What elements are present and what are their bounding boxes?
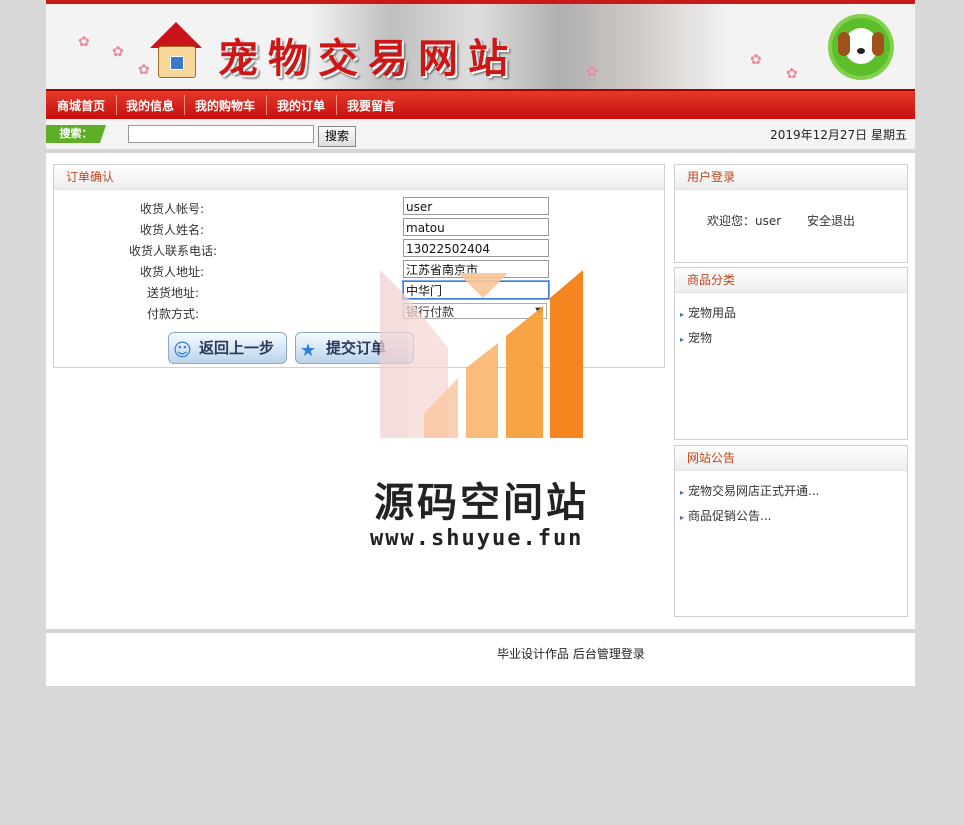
search-bar: 搜索： 搜索 2019年12月27日 星期五 <box>46 119 915 153</box>
category-item[interactable]: ▸ 宠物用品 <box>680 304 736 321</box>
nav-item-home[interactable]: 商城首页 <box>57 97 105 114</box>
nav-item-orders[interactable]: 我的订单 <box>277 97 325 114</box>
category-item[interactable]: ▸ 宠物 <box>680 329 712 346</box>
watermark-url: www.shuyue.fun <box>370 526 584 551</box>
order-panel-title: 订单确认 <box>54 165 664 190</box>
notice-panel-title: 网站公告 <box>675 446 907 471</box>
search-tag: 搜索： <box>46 125 106 143</box>
category-panel-title: 商品分类 <box>675 268 907 293</box>
bullet-icon: ▸ <box>680 310 685 319</box>
main-nav: 商城首页 我的信息 我的购物车 我的订单 我要留言 <box>46 89 915 119</box>
field-label: 收货人联系电话: <box>128 244 217 258</box>
nav-item-cart[interactable]: 我的购物车 <box>195 97 255 114</box>
dog-logo-icon <box>832 18 890 76</box>
category-panel: 商品分类 ▸ 宠物用品 ▸ 宠物 <box>674 267 908 440</box>
house-logo-icon <box>150 18 202 78</box>
field-row-name: 收货人姓名: matou <box>54 218 663 239</box>
account-field[interactable]: user <box>403 197 549 215</box>
field-label: 收货人帐号: <box>139 202 204 216</box>
nav-item-my-info[interactable]: 我的信息 <box>126 97 174 114</box>
notice-panel: 网站公告 ▸ 宠物交易网店正式开通... ▸ 商品促销公告... <box>674 445 908 617</box>
watermark-logo-icon <box>380 270 583 438</box>
login-panel-title: 用户登录 <box>675 165 907 190</box>
person-icon: ☺ <box>173 340 192 361</box>
back-button[interactable]: ☺ 返回上一步 <box>168 332 287 364</box>
notice-item[interactable]: ▸ 宠物交易网店正式开通... <box>680 482 819 499</box>
field-row-phone: 收货人联系电话: 13022502404 <box>54 239 663 260</box>
bullet-icon: ▸ <box>680 335 685 344</box>
date-text: 2019年12月27日 星期五 <box>770 128 907 142</box>
paw-icon: ✿ <box>750 52 762 68</box>
phone-field[interactable]: 13022502404 <box>403 239 549 257</box>
back-button-label: 返回上一步 <box>199 339 275 357</box>
search-input[interactable] <box>128 125 314 143</box>
search-button[interactable]: 搜索 <box>318 126 356 147</box>
login-panel: 用户登录 欢迎您：user 安全退出 <box>674 164 908 263</box>
field-row-account: 收货人帐号: user <box>54 197 663 218</box>
paw-icon: ✿ <box>786 66 798 82</box>
paw-icon: ✿ <box>138 62 150 78</box>
footer: 毕业设计作品 后台管理登录 <box>46 629 915 686</box>
nav-item-message[interactable]: 我要留言 <box>347 97 395 114</box>
paw-icon: ✿ <box>586 64 598 80</box>
welcome-text: 欢迎您：user <box>707 214 782 228</box>
notice-item[interactable]: ▸ 商品促销公告... <box>680 507 771 524</box>
bullet-icon: ▸ <box>680 513 685 522</box>
logout-link[interactable]: 安全退出 <box>807 212 855 229</box>
paw-icon: ✿ <box>78 34 90 50</box>
site-title: 宠物交易网站 <box>218 35 518 82</box>
paw-icon: ✿ <box>112 44 124 60</box>
star-icon: ★ <box>300 340 317 361</box>
field-label: 收货人姓名: <box>139 223 204 237</box>
field-label: 收货人地址: <box>139 265 204 279</box>
name-field[interactable]: matou <box>403 218 549 236</box>
field-label: 付款方式: <box>146 307 199 321</box>
field-label: 送货地址: <box>146 286 199 300</box>
footer-text[interactable]: 毕业设计作品 后台管理登录 <box>497 645 645 662</box>
bullet-icon: ▸ <box>680 488 685 497</box>
submit-button-label: 提交订单 <box>326 339 387 357</box>
site-banner: ✿ ✿ ✿ ✿ ✿ ✿ 宠物交易网站 <box>46 0 915 89</box>
watermark-title: 源码空间站 <box>374 480 589 526</box>
